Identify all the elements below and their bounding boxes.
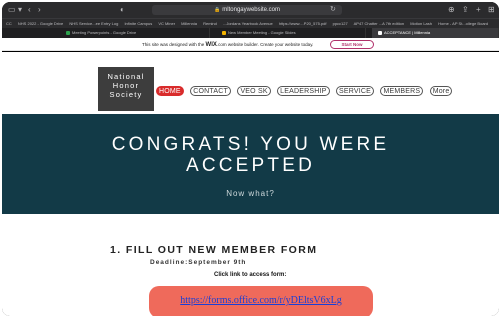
start-now-button[interactable]: Start Now [330, 40, 374, 49]
wix-banner: This site was designed with the WIX.com … [2, 38, 499, 51]
logo-line: Society [109, 90, 143, 99]
hero-title-line: CONGRATS! YOU WERE [111, 134, 390, 155]
bookmark-item[interactable]: Infinite Campus [124, 21, 152, 26]
tab-overview-icon[interactable]: ⊞ [488, 5, 495, 15]
drive-icon [66, 30, 70, 35]
tab-label: New Member Meeting - Google Slides [228, 30, 296, 35]
bookmark-item[interactable]: ...Jordans Yearbook Avenue [223, 21, 273, 26]
nav-home[interactable]: HOME [156, 86, 184, 96]
site-nav: HOME CONTACT VEO SK LEADERSHIP SERVICE M… [156, 80, 454, 98]
bookmark-item[interactable]: CC [6, 21, 12, 26]
reload-icon[interactable]: ↻ [330, 5, 336, 15]
hero-subtitle: Now what? [226, 189, 275, 198]
address-url: mltongaywebsite.com [222, 7, 280, 13]
bookmark-item[interactable]: Home - AP St...ollege Board [438, 21, 488, 26]
nav-leadership[interactable]: LEADERSHIP [277, 86, 330, 96]
wix-message-suffix: .com website builder. Create your websit… [216, 42, 314, 47]
wix-banner-message: This site was designed with the WIX.com … [142, 38, 313, 52]
browser-window: ▭ ▾ ‹ › ◐ 🔒 mltongaywebsite.com ↻ ⊕ ⇪ + ⊞… [2, 2, 499, 316]
tab-label: ACCEPTANCE | Millennia [384, 30, 431, 35]
tab-label: Meeting Powerpoints - Google Drive [72, 30, 137, 35]
address-bar[interactable]: 🔒 mltongaywebsite.com [152, 5, 342, 15]
bookmark-item[interactable]: Millennia [181, 21, 197, 26]
instruction-text: Click link to access form: [214, 272, 287, 278]
bookmark-item[interactable]: NHS Service...ee Entry Log [69, 21, 118, 26]
forward-icon[interactable]: › [38, 5, 41, 15]
logo-line: National [107, 72, 145, 81]
share-icon[interactable]: ⇪ [462, 5, 469, 15]
hero-banner: CONGRATS! YOU WERE ACCEPTED Now what? [2, 114, 499, 214]
new-tab-icon[interactable]: + [476, 5, 481, 15]
wix-brand: WIX [205, 42, 217, 48]
sidebar-toggle-icon[interactable]: ▭ [8, 5, 16, 15]
deadline-text: Deadline:September 9th [150, 259, 247, 266]
bookmark-item[interactable]: AP47 Chatter ...A 7th edition [354, 21, 404, 26]
logo-line: Honor [112, 81, 140, 90]
nav-service[interactable]: SERVICE [335, 86, 374, 96]
form-link-box: https://forms.office.com/r/yDEltsV6xLg [149, 286, 373, 316]
lock-icon: 🔒 [214, 7, 221, 13]
wix-message-prefix: This site was designed with the [142, 42, 206, 47]
hero-title-line: ACCEPTED [185, 155, 316, 176]
site-header: National Honor Society HOME CONTACT VEO … [2, 52, 499, 114]
bookmarks-bar: CC NHS 2022 - Google Drive NHS Service..… [2, 18, 499, 28]
nav-veo-sk[interactable]: VEO SK [237, 86, 271, 96]
bookmark-item[interactable]: VC Miner [158, 21, 175, 26]
nav-contact[interactable]: CONTACT [190, 86, 231, 96]
tab-strip: Meeting Powerpoints - Google Drive New M… [2, 28, 499, 38]
browser-toolbar: ▭ ▾ ‹ › ◐ 🔒 mltongaywebsite.com ↻ ⊕ ⇪ + ⊞ [2, 2, 499, 18]
tab-new-member-meeting[interactable]: New Member Meeting - Google Slides [216, 28, 366, 38]
main-content: 1. FILL OUT NEW MEMBER FORM Deadline:Sep… [2, 214, 499, 316]
nav-more[interactable]: More [429, 86, 453, 96]
bookmark-item[interactable]: ppcc127 [333, 21, 348, 26]
tab-meeting-powerpoints[interactable]: Meeting Powerpoints - Google Drive [60, 28, 210, 38]
slides-icon [222, 30, 226, 35]
nhs-logo[interactable]: National Honor Society [98, 67, 154, 111]
step-title: 1. FILL OUT NEW MEMBER FORM [110, 244, 318, 256]
nav-members[interactable]: MEMBERS [380, 86, 424, 96]
privacy-shield-icon[interactable]: ◐ [120, 5, 125, 15]
download-icon[interactable]: ⊕ [448, 5, 455, 15]
page-icon [378, 30, 382, 35]
back-icon[interactable]: ‹ [28, 5, 31, 15]
chevron-down-icon[interactable]: ▾ [18, 5, 22, 15]
bookmark-item[interactable]: Remind [203, 21, 217, 26]
hero-title: CONGRATS! YOU WERE ACCEPTED [2, 134, 499, 176]
bookmark-item[interactable]: Motion Lash [410, 21, 432, 26]
form-link[interactable]: https://forms.office.com/r/yDEltsV6xLg [149, 295, 373, 306]
tab-acceptance[interactable]: ACCEPTANCE | Millennia [372, 28, 499, 38]
bookmark-item[interactable]: NHS 2022 - Google Drive [18, 21, 63, 26]
bookmark-item[interactable]: https://www....P20_575.pdf [279, 21, 327, 26]
